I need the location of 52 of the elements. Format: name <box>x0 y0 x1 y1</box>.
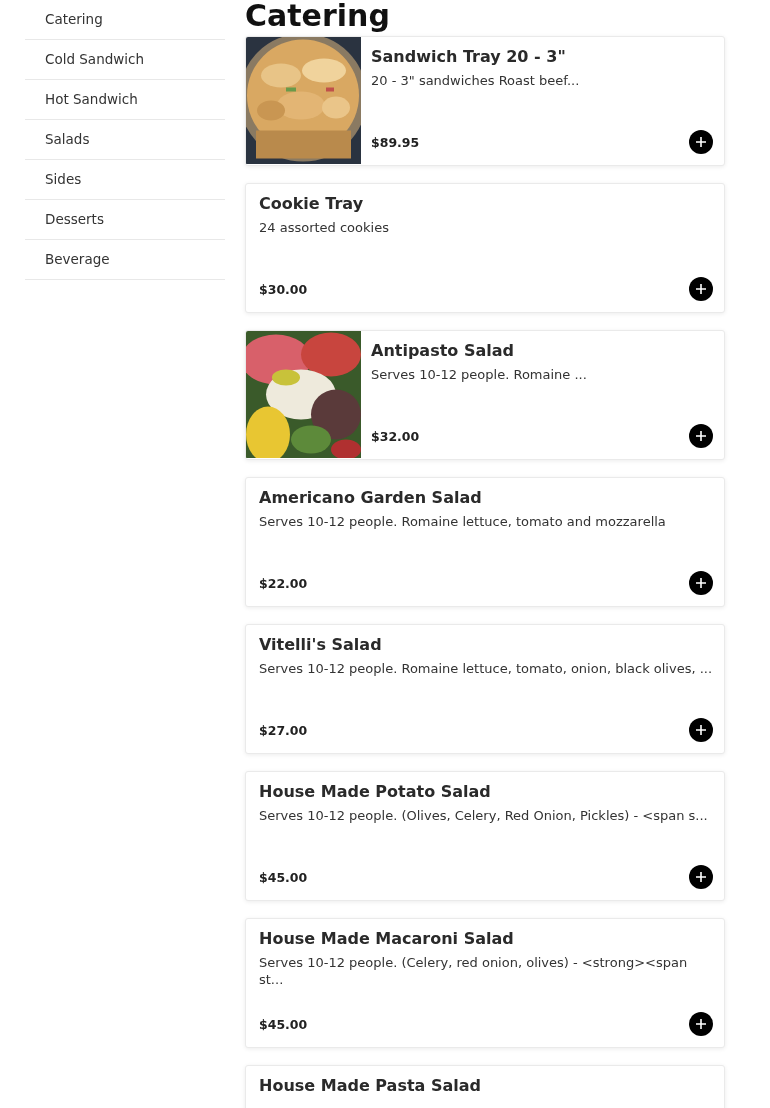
product-description: Serves 10-12 people. Romaine ... <box>371 366 588 383</box>
add-button[interactable] <box>689 424 713 448</box>
product-price: $45.00 <box>259 1016 308 1032</box>
add-button[interactable] <box>689 1012 713 1036</box>
product-title: Sandwich Tray 20 - 3" <box>371 46 567 68</box>
sidebar-item[interactable]: Salads <box>25 120 225 160</box>
product-price: $45.00 <box>259 869 308 885</box>
product-price: $22.00 <box>259 575 308 591</box>
plus-icon <box>695 577 707 589</box>
product-description: Serves 10-12 people. (Olives, Celery, Red Onion, Pickles) - <span s... <box>259 807 709 824</box>
product-title: House Made Macaroni Salad <box>259 928 515 950</box>
product-title: House Made Pasta Salad <box>259 1075 482 1097</box>
product-title: House Made Potato Salad <box>259 781 492 803</box>
product-price: $27.00 <box>259 722 308 738</box>
product-title: Vitelli's Salad <box>259 634 383 656</box>
plus-icon <box>695 136 707 148</box>
product-title: Americano Garden Salad <box>259 487 483 509</box>
plus-icon <box>695 871 707 883</box>
add-button[interactable] <box>689 571 713 595</box>
sidebar-item[interactable]: Hot Sandwich <box>25 80 225 120</box>
product-card[interactable]: Antipasto Salad Serves 10-12 people. Romaine ... $32.00 <box>245 330 725 460</box>
product-card[interactable]: Americano Garden Salad Serves 10-12 people. Romaine lettuce, tomato and mozzarella $22.00 <box>245 477 725 607</box>
sidebar-item[interactable]: Catering <box>25 0 225 40</box>
product-price: $89.95 <box>371 134 420 150</box>
product-price: $30.00 <box>259 281 308 297</box>
sidebar-item[interactable]: Cold Sandwich <box>25 40 225 80</box>
add-button[interactable] <box>689 277 713 301</box>
product-price: $32.00 <box>371 428 420 444</box>
sidebar-item[interactable]: Sides <box>25 160 225 200</box>
sidebar-item[interactable]: Desserts <box>25 200 225 240</box>
add-button[interactable] <box>689 130 713 154</box>
add-button[interactable] <box>689 865 713 889</box>
product-title: Antipasto Salad <box>371 340 515 362</box>
plus-icon <box>695 724 707 736</box>
plus-icon <box>695 283 707 295</box>
product-description: Serves 10-12 people. Romaine lettuce, tomato and mozzarella <box>259 513 667 530</box>
sidebar-item[interactable]: Beverage <box>25 240 225 280</box>
product-description: Serves 10-12 people. (Celery, red onion, olives) - <strong><span st... <box>259 954 689 988</box>
product-description: Serves 10-12 people. Romaine lettuce, tomato, onion, black olives, ... <box>259 660 713 677</box>
product-card[interactable]: House Made Pasta Salad <box>245 1065 725 1108</box>
product-title: Cookie Tray <box>259 193 365 215</box>
product-card[interactable]: Sandwich Tray 20 - 3" 20 - 3" sandwiches Roast beef... $89.95 <box>245 36 725 166</box>
page-heading: Catering <box>245 0 391 32</box>
add-button[interactable] <box>689 718 713 742</box>
product-description: 20 - 3" sandwiches Roast beef... <box>371 72 581 89</box>
plus-icon <box>695 1018 707 1030</box>
product-description: 24 assorted cookies <box>259 219 390 236</box>
product-card[interactable]: Cookie Tray 24 assorted cookies $30.00 <box>245 183 725 313</box>
product-card[interactable]: Vitelli's Salad Serves 10-12 people. Romaine lettuce, tomato, onion, black olives, ... $27.00 <box>245 624 725 754</box>
product-card[interactable]: House Made Potato Salad Serves 10-12 people. (Olives, Celery, Red Onion, Pickles) - <span s... $45.00 <box>245 771 725 901</box>
plus-icon <box>695 430 707 442</box>
product-card[interactable]: House Made Macaroni Salad Serves 10-12 people. (Celery, red onion, olives) - <strong><span st... $45.00 <box>245 918 725 1048</box>
